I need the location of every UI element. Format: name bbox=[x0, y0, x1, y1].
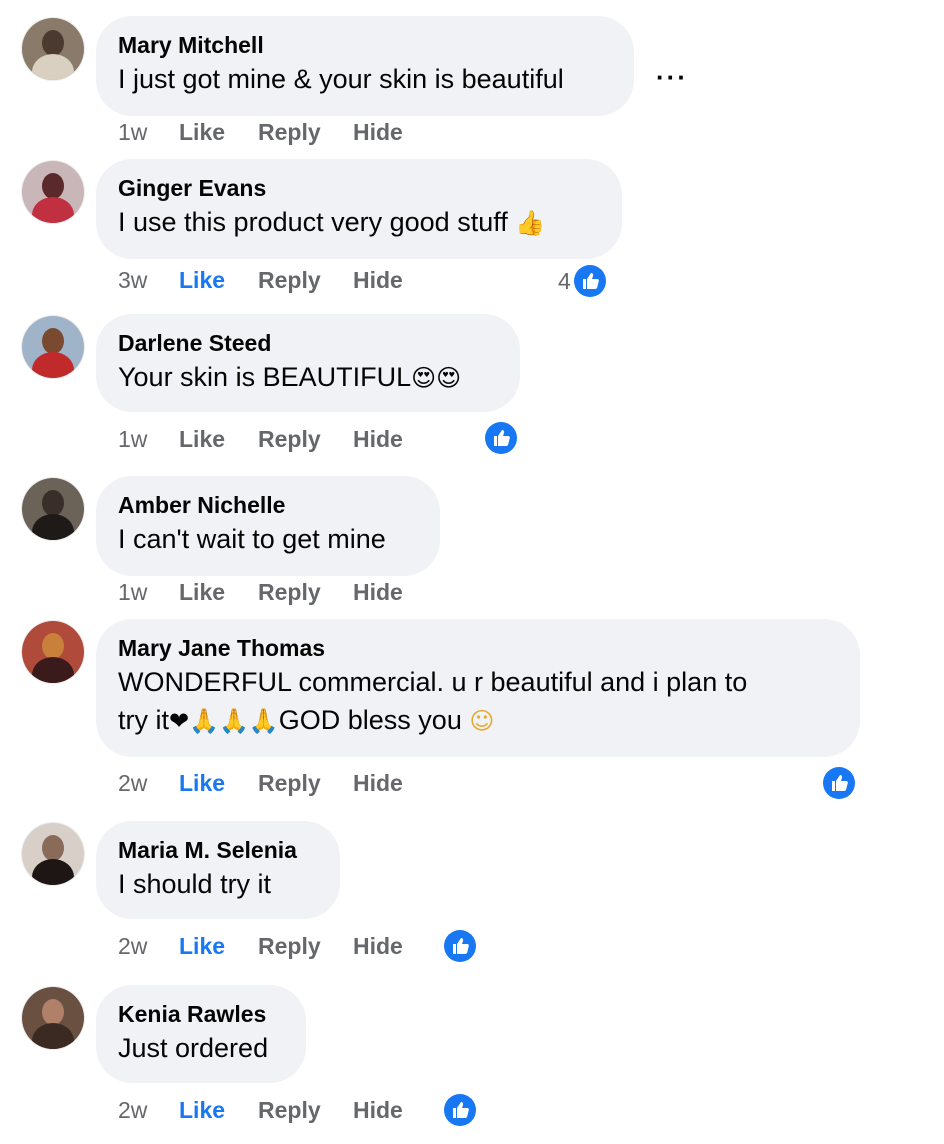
reaction-summary[interactable] bbox=[822, 765, 856, 801]
comment-timestamp[interactable]: 2w bbox=[118, 1097, 179, 1124]
avatar[interactable] bbox=[22, 316, 84, 378]
avatar[interactable] bbox=[22, 621, 84, 683]
like-button[interactable]: Like bbox=[179, 267, 258, 294]
comment-text-line2: try it bbox=[118, 705, 169, 735]
hide-button[interactable]: Hide bbox=[353, 770, 403, 797]
commenter-name[interactable]: Ginger Evans bbox=[118, 173, 600, 203]
comment-bubble: Mary Mitchell I just got mine & your ski… bbox=[96, 16, 634, 116]
avatar[interactable] bbox=[22, 823, 84, 885]
hide-button[interactable]: Hide bbox=[353, 579, 403, 606]
comment-text: Just ordered bbox=[118, 1033, 269, 1063]
commenter-name[interactable]: Mary Mitchell bbox=[118, 30, 612, 60]
comment-bubble: Mary Jane Thomas WONDERFUL commercial. u… bbox=[96, 619, 860, 757]
comment-text: I just got mine & your skin is beautiful bbox=[118, 64, 564, 94]
hide-button[interactable]: Hide bbox=[353, 1097, 403, 1124]
reply-button[interactable]: Reply bbox=[258, 579, 353, 606]
hide-button[interactable]: Hide bbox=[353, 119, 403, 146]
comment-timestamp[interactable]: 3w bbox=[118, 267, 179, 294]
hide-button[interactable]: Hide bbox=[353, 426, 403, 453]
like-button[interactable]: Like bbox=[179, 579, 258, 606]
reaction-summary[interactable] bbox=[443, 1092, 477, 1128]
commenter-name[interactable]: Maria M. Selenia bbox=[118, 835, 318, 865]
comment-timestamp[interactable]: 2w bbox=[118, 933, 179, 960]
commenter-name[interactable]: Mary Jane Thomas bbox=[118, 633, 838, 663]
like-reaction-icon bbox=[823, 767, 855, 799]
reaction-summary[interactable] bbox=[443, 928, 477, 964]
like-button[interactable]: Like bbox=[179, 770, 258, 797]
avatar[interactable] bbox=[22, 478, 84, 540]
like-button[interactable]: Like bbox=[179, 426, 258, 453]
comment-actions: 1w Like Reply Hide bbox=[118, 119, 403, 146]
hide-button[interactable]: Hide bbox=[353, 933, 403, 960]
like-reaction-icon bbox=[444, 1094, 476, 1126]
reply-button[interactable]: Reply bbox=[258, 119, 353, 146]
commenter-name[interactable]: Amber Nichelle bbox=[118, 490, 418, 520]
smile-emoji-icon: ☺ bbox=[469, 707, 495, 735]
more-options-icon[interactable]: ··· bbox=[656, 64, 688, 90]
comment-bubble: Kenia Rawles Just ordered bbox=[96, 985, 306, 1083]
comment-timestamp[interactable]: 1w bbox=[118, 579, 179, 606]
comment-actions: 3w Like Reply Hide bbox=[118, 267, 403, 294]
commenter-name[interactable]: Kenia Rawles bbox=[118, 999, 284, 1029]
comment-text: WONDERFUL commercial. u r beautiful and … bbox=[118, 667, 748, 697]
reply-button[interactable]: Reply bbox=[258, 267, 353, 294]
reply-button[interactable]: Reply bbox=[258, 1097, 353, 1124]
comment-text: I use this product very good stuff bbox=[118, 207, 508, 237]
heart-pray-emoji-icon: ❤🙏🙏🙏 bbox=[169, 707, 279, 735]
like-button[interactable]: Like bbox=[179, 1097, 258, 1124]
comment-bubble: Ginger Evans I use this product very goo… bbox=[96, 159, 622, 259]
comment-bubble: Amber Nichelle I can't wait to get mine bbox=[96, 476, 440, 576]
comment-bubble: Maria M. Selenia I should try it bbox=[96, 821, 340, 919]
commenter-name[interactable]: Darlene Steed bbox=[118, 328, 498, 358]
reply-button[interactable]: Reply bbox=[258, 933, 353, 960]
reaction-summary[interactable] bbox=[484, 420, 518, 456]
heart-eyes-emoji-icon: 😍😍 bbox=[411, 364, 462, 392]
like-button[interactable]: Like bbox=[179, 933, 258, 960]
hide-button[interactable]: Hide bbox=[353, 267, 403, 294]
reaction-summary[interactable]: 4 bbox=[558, 263, 607, 299]
avatar[interactable] bbox=[22, 987, 84, 1049]
like-reaction-icon bbox=[485, 422, 517, 454]
reaction-count: 4 bbox=[558, 267, 571, 294]
reply-button[interactable]: Reply bbox=[258, 770, 353, 797]
thumbs-up-emoji-icon: 👍 bbox=[515, 209, 546, 237]
comment-text: I can't wait to get mine bbox=[118, 524, 386, 554]
like-button[interactable]: Like bbox=[179, 119, 258, 146]
reply-button[interactable]: Reply bbox=[258, 426, 353, 453]
comment-actions: 2w Like Reply Hide bbox=[118, 770, 403, 797]
avatar[interactable] bbox=[22, 161, 84, 223]
avatar[interactable] bbox=[22, 18, 84, 80]
comment-text: I should try it bbox=[118, 869, 272, 899]
comment-text-line3: GOD bless you bbox=[278, 705, 462, 735]
comment-actions: 2w Like Reply Hide bbox=[118, 1097, 403, 1124]
comment-actions: 2w Like Reply Hide bbox=[118, 933, 403, 960]
like-reaction-icon bbox=[573, 265, 606, 297]
comment-actions: 1w Like Reply Hide bbox=[118, 579, 403, 606]
like-reaction-icon bbox=[444, 930, 476, 962]
comment-text: Your skin is BEAUTIFUL bbox=[118, 362, 412, 392]
comment-timestamp[interactable]: 2w bbox=[118, 770, 179, 797]
comment-timestamp[interactable]: 1w bbox=[118, 426, 179, 453]
comment-timestamp[interactable]: 1w bbox=[118, 119, 179, 146]
comment-actions: 1w Like Reply Hide bbox=[118, 426, 403, 453]
comment-bubble: Darlene Steed Your skin is BEAUTIFUL😍😍 bbox=[96, 314, 520, 412]
